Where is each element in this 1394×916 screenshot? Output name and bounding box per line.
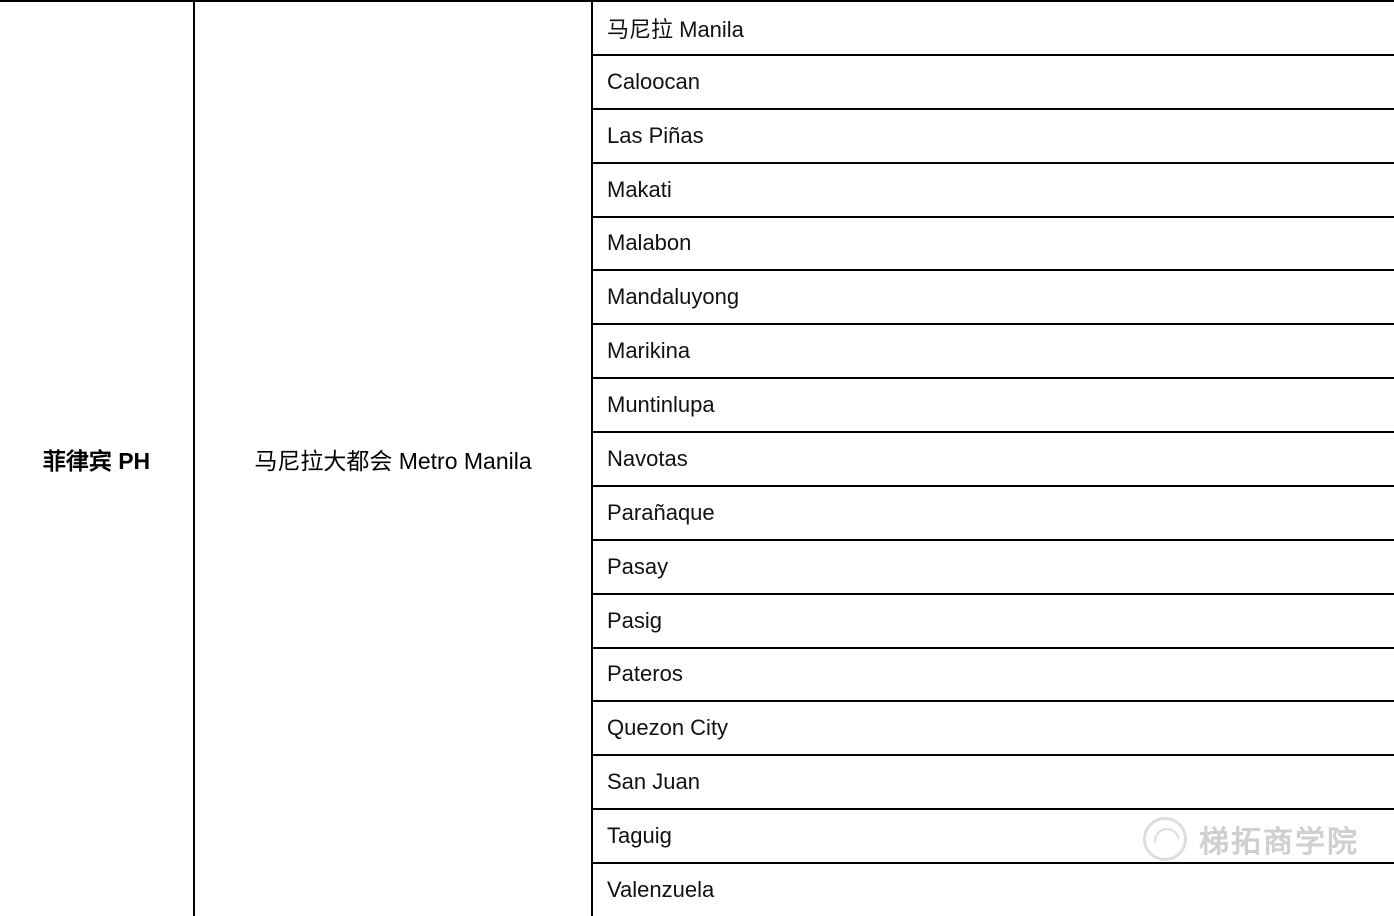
country-label: 菲律宾 PH xyxy=(43,442,150,476)
table-row: Parañaque xyxy=(593,487,1394,541)
table-row: Pasig xyxy=(593,595,1394,649)
city-label: Parañaque xyxy=(607,500,715,526)
table-row: Quezon City xyxy=(593,702,1394,756)
region-label: 马尼拉大都会 Metro Manila xyxy=(254,442,531,476)
city-label: Marikina xyxy=(607,338,690,364)
table-row: 马尼拉 Manila xyxy=(593,2,1394,56)
table-row: Taguig xyxy=(593,810,1394,864)
table-row: Mandaluyong xyxy=(593,271,1394,325)
table-row: Caloocan xyxy=(593,56,1394,110)
table-row: San Juan xyxy=(593,756,1394,810)
city-label: Muntinlupa xyxy=(607,392,715,418)
city-label: Makati xyxy=(607,177,672,203)
table-row: Muntinlupa xyxy=(593,379,1394,433)
table-row: Valenzuela xyxy=(593,864,1394,916)
city-label: Pateros xyxy=(607,661,683,687)
city-label: Valenzuela xyxy=(607,877,714,903)
table-row: Las Piñas xyxy=(593,110,1394,164)
city-label: Las Piñas xyxy=(607,123,704,149)
country-cell: 菲律宾 PH xyxy=(0,2,195,916)
city-label: Pasay xyxy=(607,554,668,580)
table-row: Pateros xyxy=(593,649,1394,703)
city-label: Pasig xyxy=(607,608,662,634)
city-label: Malabon xyxy=(607,230,691,256)
region-cell: 马尼拉大都会 Metro Manila xyxy=(195,2,593,916)
cities-column: 马尼拉 Manila Caloocan Las Piñas Makati Mal… xyxy=(593,2,1394,916)
table-row: Navotas xyxy=(593,433,1394,487)
city-label: Quezon City xyxy=(607,715,728,741)
city-label: Navotas xyxy=(607,446,688,472)
city-label: 马尼拉 Manila xyxy=(607,12,744,44)
table-row: Pasay xyxy=(593,541,1394,595)
city-label: Taguig xyxy=(607,823,672,849)
table-row: Malabon xyxy=(593,218,1394,272)
table-row: Makati xyxy=(593,164,1394,218)
city-label: Mandaluyong xyxy=(607,284,739,310)
city-label: San Juan xyxy=(607,769,700,795)
table-row: Marikina xyxy=(593,325,1394,379)
city-label: Caloocan xyxy=(607,69,700,95)
region-table: 菲律宾 PH 马尼拉大都会 Metro Manila 马尼拉 Manila Ca… xyxy=(0,0,1394,916)
